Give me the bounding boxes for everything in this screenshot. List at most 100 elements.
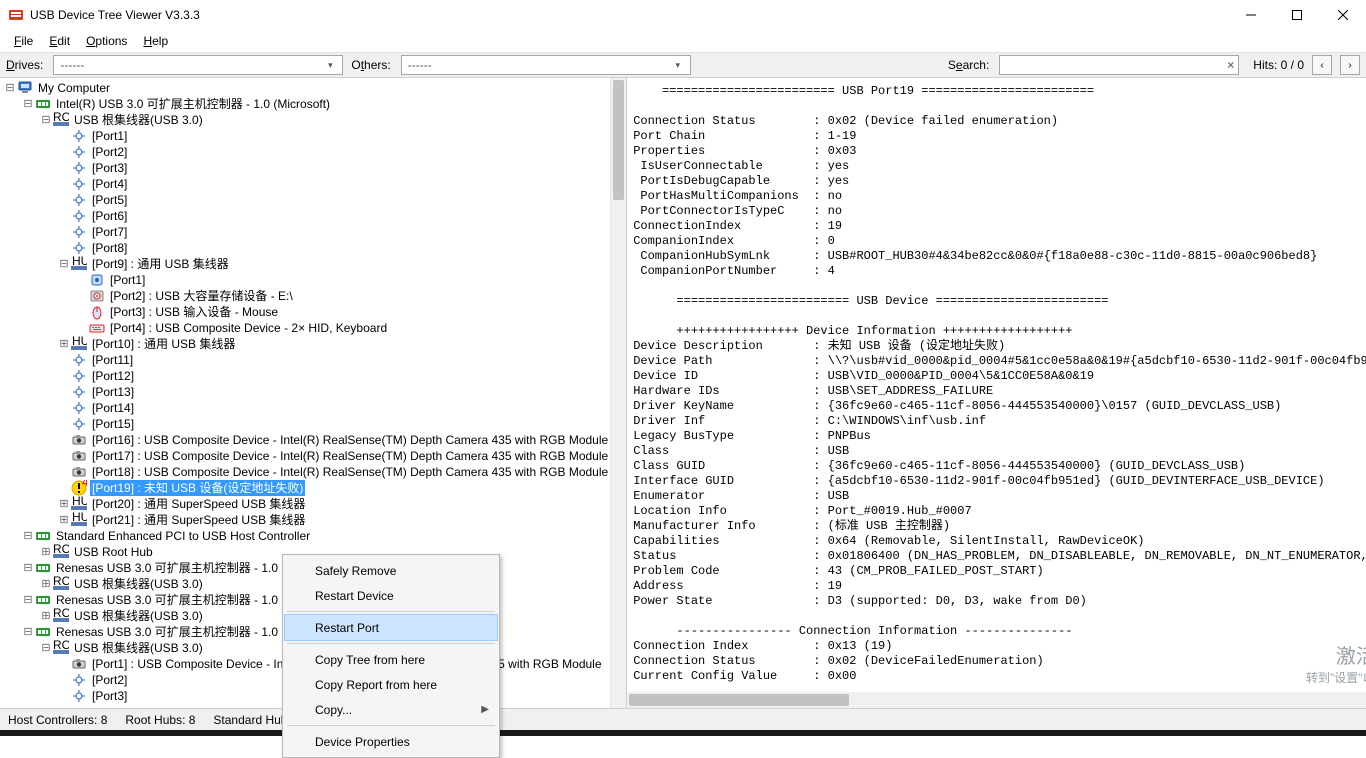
tree-node[interactable]: ⊞HUB[Port10] : 通用 USB 集线器 [4, 336, 610, 352]
tree-node-label: USB 根集线器(USB 3.0) [72, 640, 205, 656]
port-icon [71, 368, 87, 384]
prev-hit-button[interactable]: ‹ [1312, 55, 1332, 75]
expand-icon[interactable]: ⊞ [40, 576, 52, 592]
tree-node-label: [Port20] : 通用 SuperSpeed USB 集线器 [90, 496, 307, 512]
menu-help[interactable]: Help [135, 32, 176, 50]
context-menu: Safely Remove Restart Device Restart Por… [282, 554, 500, 758]
tree-node[interactable]: ·[Port2] [4, 144, 610, 160]
port-icon [71, 128, 87, 144]
scrollbar-thumb[interactable] [613, 80, 624, 200]
tree-node[interactable]: ·[Port8] [4, 240, 610, 256]
tree-node-label: [Port2] : USB 大容量存储设备 - E:\ [108, 288, 295, 304]
tree-node[interactable]: ·[Port1] [4, 272, 610, 288]
tree-node[interactable]: ·[Port2] : USB 大容量存储设备 - E:\ [4, 288, 610, 304]
ctx-copy[interactable]: Copy...▶ [285, 697, 497, 722]
collapse-icon[interactable]: ⊟ [40, 640, 52, 656]
search-input[interactable]: × [999, 55, 1239, 75]
collapse-icon[interactable]: ⊟ [4, 80, 16, 96]
tree-node-label: [Port4] : USB Composite Device - 2× HID,… [108, 320, 389, 336]
ctx-copy-report[interactable]: Copy Report from here [285, 672, 497, 697]
mouse-icon [89, 304, 105, 320]
tree-node-label: [Port1] [108, 272, 147, 288]
tree-node[interactable]: ·[Port17] : USB Composite Device - Intel… [4, 448, 610, 464]
tree-node[interactable]: ·[Port3] [4, 160, 610, 176]
tree-node[interactable]: ·[Port4] [4, 176, 610, 192]
roothub-icon: ROOT [53, 576, 69, 592]
expand-icon[interactable]: ⊞ [40, 608, 52, 624]
menu-edit[interactable]: Edit [41, 32, 78, 50]
expand-icon[interactable]: ⊞ [58, 512, 70, 528]
tree-node[interactable]: ·[Port18] : USB Composite Device - Intel… [4, 464, 610, 480]
collapse-icon[interactable]: ⊟ [22, 528, 34, 544]
minimize-button[interactable] [1228, 0, 1274, 30]
menu-options[interactable]: Options [78, 32, 135, 50]
hostctrl-icon [35, 528, 51, 544]
tree-node-label: USB 根集线器(USB 3.0) [72, 576, 205, 592]
tree-node[interactable]: ⊟HUB[Port9] : 通用 USB 集线器 [4, 256, 610, 272]
collapse-icon[interactable]: ⊟ [22, 560, 34, 576]
scrollbar-thumb[interactable] [629, 694, 849, 706]
tree-node[interactable]: ⊟ROOTUSB 根集线器(USB 3.0) [4, 112, 610, 128]
ctx-restart-device[interactable]: Restart Device [285, 583, 497, 608]
detail-text[interactable]: ======================== USB Port19 ====… [627, 78, 1366, 708]
expand-icon[interactable]: ⊞ [58, 496, 70, 512]
tree-node[interactable]: ·43[Port19] : 未知 USB 设备(设定地址失败) [4, 480, 610, 496]
others-value: ------ [408, 58, 670, 72]
next-hit-button[interactable]: › [1340, 55, 1360, 75]
collapse-icon[interactable]: ⊟ [40, 112, 52, 128]
tree-node[interactable]: ·[Port6] [4, 208, 610, 224]
close-button[interactable] [1320, 0, 1366, 30]
tree-node[interactable]: ⊞HUB[Port21] : 通用 SuperSpeed USB 集线器 [4, 512, 610, 528]
hostctrl-icon [35, 592, 51, 608]
port-icon [71, 192, 87, 208]
tree-node[interactable]: ⊟Standard Enhanced PCI to USB Host Contr… [4, 528, 610, 544]
collapse-icon[interactable]: ⊟ [22, 96, 34, 112]
others-combo[interactable]: ------ ▾ [401, 55, 691, 75]
detail-scrollbar-h[interactable] [627, 692, 1366, 708]
ctx-restart-port[interactable]: Restart Port [285, 615, 497, 640]
expand-icon[interactable]: ⊞ [58, 336, 70, 352]
collapse-icon[interactable]: ⊟ [22, 592, 34, 608]
tree-node[interactable]: ·[Port7] [4, 224, 610, 240]
port-dev-icon [89, 272, 105, 288]
maximize-button[interactable] [1274, 0, 1320, 30]
collapse-icon[interactable]: ⊟ [22, 624, 34, 640]
tree-node-label: [Port16] : USB Composite Device - Intel(… [90, 432, 610, 448]
toolbar: Drives: ------ ▾ Others: ------ ▾ Search… [0, 52, 1366, 78]
tree-node[interactable]: ·[Port11] [4, 352, 610, 368]
tree-node[interactable]: ·[Port3] : USB 输入设备 - Mouse [4, 304, 610, 320]
tree-node-label: [Port3] [90, 688, 129, 704]
computer-icon [17, 80, 33, 96]
clear-search-icon[interactable]: × [1227, 58, 1234, 72]
tree-node[interactable]: ·[Port16] : USB Composite Device - Intel… [4, 432, 610, 448]
tree-node-label: [Port9] : 通用 USB 集线器 [90, 256, 231, 272]
search-text[interactable] [1006, 58, 1234, 72]
tree-node[interactable]: ⊟My Computer [4, 80, 610, 96]
collapse-icon[interactable]: ⊟ [58, 256, 70, 272]
tree-node[interactable]: ·[Port13] [4, 384, 610, 400]
port-icon [71, 224, 87, 240]
expand-icon[interactable]: ⊞ [40, 544, 52, 560]
tree-node[interactable]: ·[Port12] [4, 368, 610, 384]
tree-node[interactable]: ⊟ Intel(R) USB 3.0 可扩展主机控制器 - 1.0 (Micros… [4, 96, 610, 112]
status-root-hubs: Root Hubs: 8 [125, 713, 195, 727]
tree-scrollbar[interactable] [610, 78, 626, 708]
camera-icon [71, 464, 87, 480]
ctx-device-properties[interactable]: Device Properties [285, 729, 497, 754]
ctx-safely-remove[interactable]: Safely Remove [285, 558, 497, 583]
tree-node-label: Intel(R) USB 3.0 可扩展主机控制器 - 1.0 (Microso… [54, 96, 332, 112]
port-icon [71, 176, 87, 192]
tree-node[interactable]: ·[Port5] [4, 192, 610, 208]
ctx-copy-tree[interactable]: Copy Tree from here [285, 647, 497, 672]
menu-file[interactable]: File [6, 32, 41, 50]
tree-node[interactable]: ⊞HUB[Port20] : 通用 SuperSpeed USB 集线器 [4, 496, 610, 512]
watermark-title: 激活 Windows [1306, 640, 1366, 669]
tree-node[interactable]: ·[Port14] [4, 400, 610, 416]
tree-node[interactable]: ·[Port15] [4, 416, 610, 432]
tree-node[interactable]: ·[Port4] : USB Composite Device - 2× HID… [4, 320, 610, 336]
status-bar: Host Controllers: 8 Root Hubs: 8 Standar… [0, 708, 1366, 730]
drives-combo[interactable]: ------ ▾ [53, 55, 343, 75]
app-icon [8, 7, 24, 23]
hub-icon: HUB [71, 336, 87, 352]
tree-node[interactable]: ·[Port1] [4, 128, 610, 144]
